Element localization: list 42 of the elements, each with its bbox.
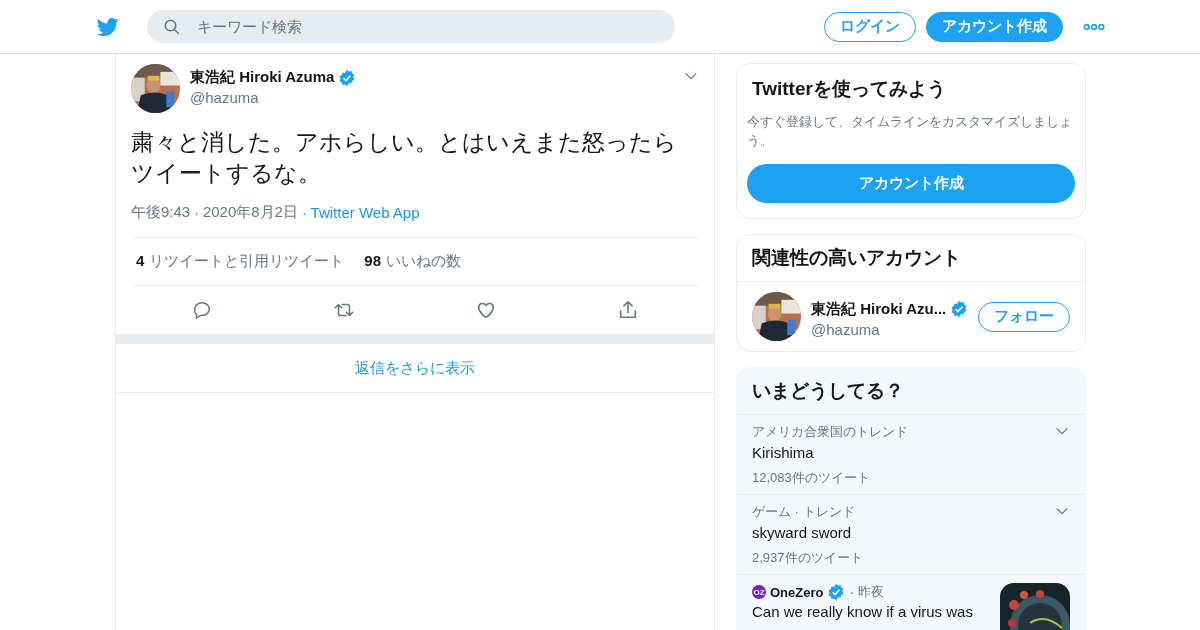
separator-dot: · — [849, 584, 855, 600]
stat-label[interactable]: リツイートと引用リツイート — [149, 252, 345, 271]
tweet-text: 粛々と消した。アホらしい。とはいえまた怒ったらツイートするな。 — [131, 128, 678, 188]
signup-button[interactable]: アカウント作成 — [926, 11, 1063, 42]
trend-category: ゲーム · トレンド — [752, 503, 856, 521]
signup-button[interactable]: アカウント作成 — [747, 164, 1075, 203]
login-button[interactable]: ログイン — [824, 11, 916, 42]
trend-name: skyward sword — [752, 524, 853, 541]
news-headline: Can we really know if a virus was — [752, 603, 974, 620]
tweet-count: 2,937件のツイート — [752, 549, 864, 567]
source-name: OneZero — [770, 584, 824, 600]
news-time: 昨夜 — [858, 583, 885, 601]
news-item[interactable]: OZ OneZero · 昨夜 Can we really know if a virus was — [737, 575, 1085, 630]
stat-count[interactable]: 98 — [364, 252, 382, 271]
tweet-date[interactable]: 2020年8月2日 — [202, 203, 298, 222]
search-field[interactable]: キーワード検索 — [147, 10, 675, 43]
reply-icon[interactable] — [191, 299, 213, 321]
stat-count[interactable]: 4 — [136, 252, 145, 271]
show-more-replies-link[interactable]: 返信をさらに表示 — [355, 358, 475, 378]
trend-name: Kirishima — [752, 444, 815, 461]
user-name[interactable]: 東浩紀 Hiroki Azuma — [190, 68, 335, 87]
follow-button[interactable]: フォロー — [978, 301, 1070, 332]
card-description: 今すぐ登録して、タイムラインをカスタマイズしましょう。 — [747, 113, 1073, 150]
separator-dot: · — [301, 204, 307, 221]
trend-item[interactable]: アメリカ合衆国のトレンド Kirishima 12,083件のツイート — [737, 415, 1085, 495]
bird-logo-icon[interactable] — [95, 15, 121, 38]
source-logo: OZ — [752, 585, 766, 599]
card-title: いまどうしてる？ — [737, 368, 1085, 415]
separator-dot: · — [194, 204, 199, 221]
trend-item[interactable]: ゲーム · トレンド skyward sword 2,937件のツイート — [737, 495, 1085, 575]
trend-category: アメリカ合衆国のトレンド — [752, 423, 909, 441]
source-link[interactable]: Twitter Web App — [310, 204, 420, 221]
more-icon[interactable] — [1083, 21, 1105, 32]
card-title: 関連性の高いアカウント — [737, 235, 1085, 282]
tweet-time[interactable]: 午後9:43 — [131, 203, 191, 222]
tweet-count: 12,083件のツイート — [752, 469, 871, 487]
share-icon[interactable] — [617, 299, 639, 321]
card-title: Twitterを使ってみよう — [751, 77, 947, 101]
user-name[interactable]: 東浩紀 Hiroki Azu... — [811, 299, 947, 319]
stat-label[interactable]: いいねの数 — [386, 252, 462, 271]
user-handle[interactable]: @hazuma — [811, 320, 978, 338]
user-handle[interactable]: @hazuma — [190, 89, 683, 106]
